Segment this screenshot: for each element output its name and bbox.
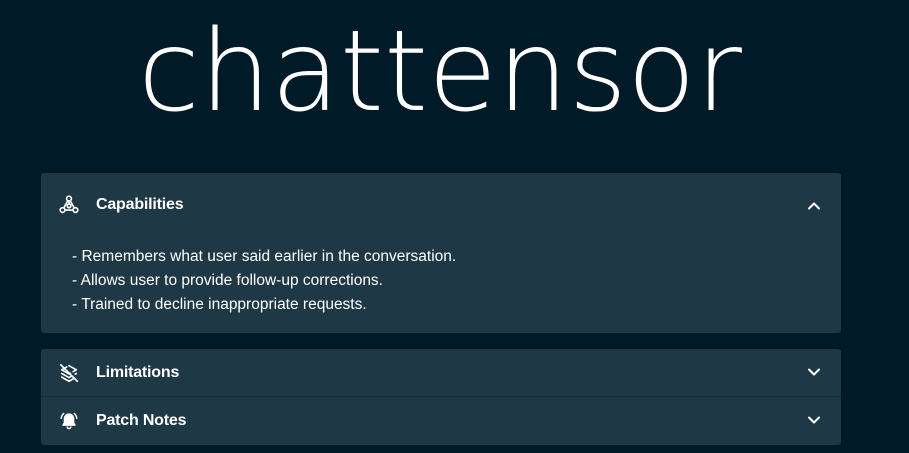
page: chattensor Capabilities - Remembers what… [0,0,909,453]
capabilities-header[interactable]: Capabilities [41,173,841,237]
chevron-down-icon[interactable] [807,366,821,380]
logo: chattensor [138,22,748,122]
limitations-header[interactable]: Limitations [41,349,841,396]
chevron-up-icon[interactable] [807,198,821,212]
collapsed-panels: Limitations Patch Notes [41,349,841,445]
capabilities-title: Capabilities [96,196,184,213]
layers-off-icon [57,361,81,385]
capabilities-body: - Remembers what user said earlier in th… [41,237,841,317]
list-item: - Trained to decline inappropriate reque… [72,296,367,313]
nodes-icon [57,193,81,217]
patch-notes-header[interactable]: Patch Notes [41,396,841,444]
capabilities-panel: Capabilities - Remembers what user said … [41,173,841,333]
chevron-down-icon[interactable] [807,414,821,428]
list-item: - Allows user to provide follow-up corre… [72,272,383,289]
logo-text: chattensor [138,22,742,122]
limitations-title: Limitations [96,363,180,381]
list-item: - Remembers what user said earlier in th… [72,248,457,265]
bell-ringing-icon [57,409,81,433]
patch-notes-title: Patch Notes [96,411,187,429]
logo-wordmark: chattensor [138,22,742,122]
